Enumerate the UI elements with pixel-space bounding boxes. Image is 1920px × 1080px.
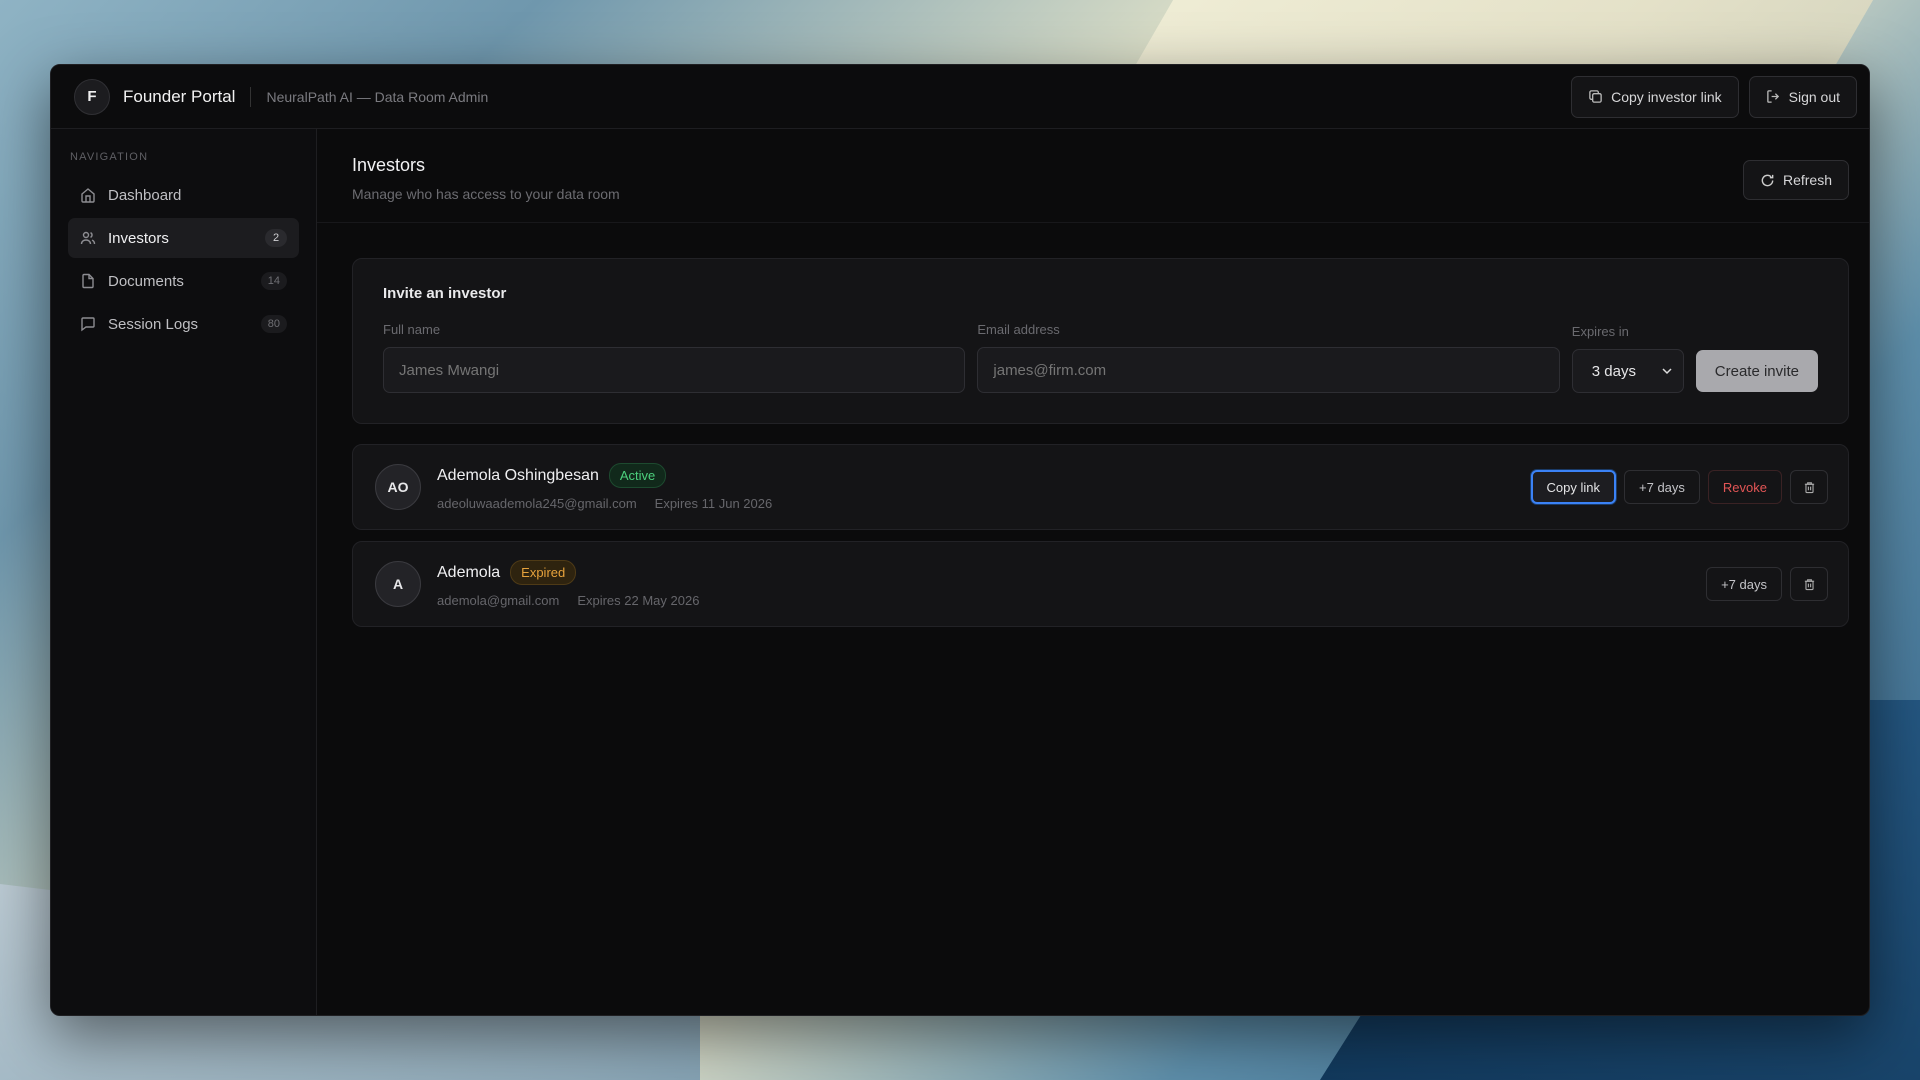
investor-email: adeoluwaademola245@gmail.com [437,496,637,511]
delete-button[interactable] [1790,567,1828,601]
email-label: Email address [977,322,1060,337]
status-badge: Active [608,463,667,488]
count-badge: 14 [260,272,287,290]
email-input[interactable] [977,347,1560,393]
sidebar-item-label: Dashboard [108,186,182,204]
sidebar: NAVIGATION Dashboard Investors 2 Documen… [51,129,317,1015]
divider [250,86,252,107]
sign-out-icon [1766,90,1779,103]
invite-card: Invite an investor Full name Email addre… [352,258,1849,424]
sidebar-item-documents[interactable]: Documents 14 [68,261,299,301]
count-badge: 2 [265,229,287,247]
full-name-input[interactable] [383,347,966,393]
extend-7-days-button[interactable]: +7 days [1706,567,1782,601]
avatar: AO [375,464,421,510]
investor-expiry: Expires 11 Jun 2026 [654,496,773,511]
invite-title: Invite an investor [383,285,507,302]
file-icon [82,273,94,289]
app-title: Founder Portal [123,86,236,106]
page-title: Investors [352,155,426,175]
expires-select[interactable]: 3 days [1571,349,1684,393]
chevron-down-icon [1662,368,1672,375]
nav-heading: NAVIGATION [70,151,149,163]
trash-icon [1804,481,1814,493]
app-subtitle: NeuralPath AI — Data Room Admin [266,88,489,105]
app-window: F Founder Portal NeuralPath AI — Data Ro… [50,64,1870,1016]
investor-card: A Ademola Expired ademola@gmail.com Expi… [352,541,1849,627]
copy-investor-link-button[interactable]: Copy investor link [1571,75,1739,118]
copy-link-button[interactable]: Copy link [1530,470,1617,504]
refresh-button[interactable]: Refresh [1742,160,1849,200]
message-icon [81,317,95,332]
expires-label: Expires in [1571,324,1629,339]
delete-button[interactable] [1790,470,1828,504]
home-icon [81,188,95,203]
sidebar-item-label: Documents [108,272,184,290]
investor-name: Ademola Oshingbesan [437,466,599,484]
refresh-icon [1761,174,1774,186]
main-content: Investors Manage who has access to your … [317,129,1869,1015]
full-name-label: Full name [383,322,441,337]
count-badge: 80 [260,315,287,333]
copy-investor-link-label: Copy investor link [1611,88,1722,105]
investor-card: AO Ademola Oshingbesan Active adeoluwaad… [352,444,1849,530]
app-logo: F [74,78,110,115]
expires-value: 3 days [1591,362,1636,380]
page-header: Investors Manage who has access to your … [317,129,1869,223]
create-invite-button[interactable]: Create invite [1695,350,1818,392]
avatar: A [375,561,421,607]
refresh-label: Refresh [1782,172,1832,188]
top-bar: F Founder Portal NeuralPath AI — Data Ro… [51,65,1869,129]
sidebar-item-session-logs[interactable]: Session Logs 80 [68,304,299,344]
revoke-button[interactable]: Revoke [1707,470,1782,504]
users-icon [80,231,96,245]
trash-icon [1804,578,1814,590]
investor-name: Ademola [437,563,501,581]
sidebar-item-investors[interactable]: Investors 2 [68,218,299,258]
sidebar-item-dashboard[interactable]: Dashboard [68,175,299,215]
investor-email: ademola@gmail.com [437,593,560,608]
copy-icon [1589,90,1602,103]
page-description: Manage who has access to your data room [352,186,620,202]
sidebar-item-label: Session Logs [108,315,199,333]
investor-expiry: Expires 22 May 2026 [577,593,700,608]
sidebar-item-label: Investors [108,229,169,247]
sign-out-button[interactable]: Sign out [1748,75,1857,118]
extend-7-days-button[interactable]: +7 days [1624,470,1700,504]
status-badge: Expired [510,560,577,585]
sign-out-label: Sign out [1788,88,1840,105]
